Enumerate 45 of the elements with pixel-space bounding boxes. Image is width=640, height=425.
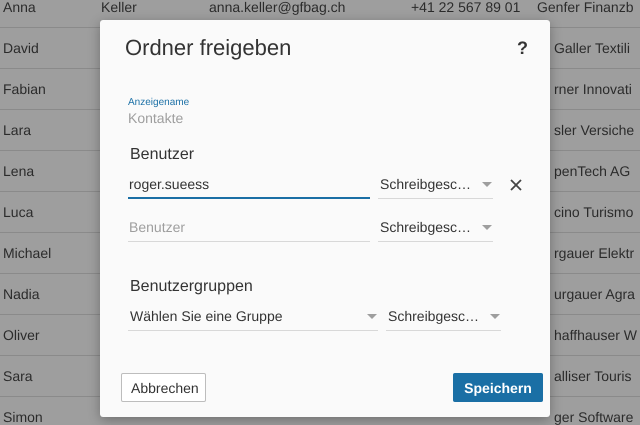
table-cell: cino Turismo [554, 204, 634, 220]
table-cell: Oliver [3, 327, 40, 343]
caret-icon [482, 224, 492, 230]
input-field[interactable]: Benutzer [128, 213, 370, 242]
caret-icon [490, 314, 500, 318]
table-cell: Nadia [3, 286, 40, 302]
caret-icon [482, 182, 492, 186]
table-cell: Galler Textili [554, 40, 630, 56]
table-cell: rgauer Elektr [554, 245, 634, 261]
dropdown[interactable]: Schreibgesc… [378, 213, 493, 242]
table-cell: Genfer Finanzb [537, 0, 634, 15]
table-cell: Michael [3, 245, 52, 261]
table-cell: alliser Touris [554, 368, 632, 384]
section-heading: Benutzer [130, 145, 194, 165]
dropdown[interactable]: Wählen Sie eine Gruppe [128, 302, 378, 331]
table-cell: sler Versiche [554, 122, 634, 138]
dropdown[interactable]: Schreibgesc… [378, 170, 493, 199]
section-heading: Benutzergruppen [130, 277, 253, 297]
table-cell: Sara [3, 368, 33, 384]
table-cell: Lara [3, 122, 32, 138]
table-cell: rner Innovati [554, 81, 632, 97]
table-cell: Simon [3, 409, 43, 425]
input-field[interactable]: roger.sueess [128, 170, 370, 199]
table-cell: Fabian [3, 81, 46, 97]
table-cell: penTech AG [554, 163, 630, 179]
field-label: Anzeigename [128, 97, 190, 109]
save-button[interactable]: Speichern [453, 373, 543, 402]
table-cell: urgauer Agra [554, 286, 635, 302]
table-cell: Lena [3, 163, 34, 179]
table-cell: Luca [3, 204, 34, 220]
dialog-title: Ordner freigeben [125, 34, 292, 62]
table-cell: Keller [101, 0, 137, 15]
table-cell: David [3, 40, 39, 56]
close-button[interactable] [509, 178, 523, 192]
field-value: Kontakte [128, 109, 184, 127]
table-cell: haffhauser W [554, 327, 638, 343]
table-cell: Anna [3, 0, 36, 15]
help-button[interactable]: ? [513, 38, 532, 58]
cancel-button[interactable]: Abbrechen [121, 373, 206, 402]
table-cell: +41 22 567 89 01 [411, 0, 520, 15]
dropdown[interactable]: Schreibgesc… [386, 302, 501, 331]
table-cell: anna.keller@gfbag.ch [209, 0, 346, 15]
caret-icon [367, 314, 377, 318]
close-icon [510, 178, 522, 190]
table-cell: ger Software [554, 409, 634, 425]
